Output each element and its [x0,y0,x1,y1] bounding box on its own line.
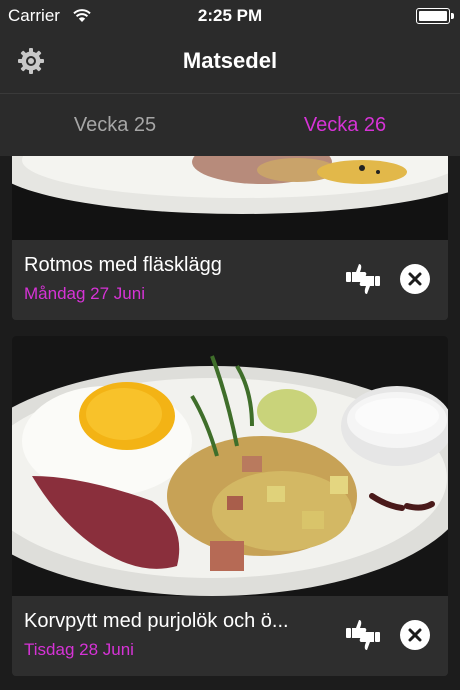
tab-vecka-25[interactable]: Vecka 25 [0,94,230,156]
navigation-bar: Matsedel [0,32,460,94]
thumbs-up-down-icon[interactable] [344,618,382,652]
meal-title: Rotmos med fläsklägg [24,254,222,276]
close-icon[interactable] [400,264,430,294]
meal-card[interactable]: Rotmos med fläsklägg Måndag 27 Juni [12,156,448,320]
meal-date: Tisdag 28 Juni [24,640,134,659]
close-icon[interactable] [400,620,430,650]
battery-icon [416,8,454,24]
meal-list[interactable]: Rotmos med fläsklägg Måndag 27 Juni Korv… [0,156,460,690]
meal-photo [12,336,448,596]
status-time: 2:25 PM [197,6,263,25]
battery-level [419,11,447,21]
meal-card[interactable]: Korvpytt med purjolök och ö... Tisdag 28… [12,336,448,676]
meal-photo [12,156,448,242]
status-bar: Carrier 2:25 PM [0,0,460,32]
thumbs-up-down-icon[interactable] [344,262,382,296]
tab-vecka-26[interactable]: Vecka 26 [230,94,460,156]
page-title: Matsedel [182,48,278,73]
meal-date: Måndag 27 Juni [24,284,145,303]
week-tabs: Vecka 25 Vecka 26 [0,94,460,156]
meal-title: Korvpytt med purjolök och ö... [24,610,289,632]
